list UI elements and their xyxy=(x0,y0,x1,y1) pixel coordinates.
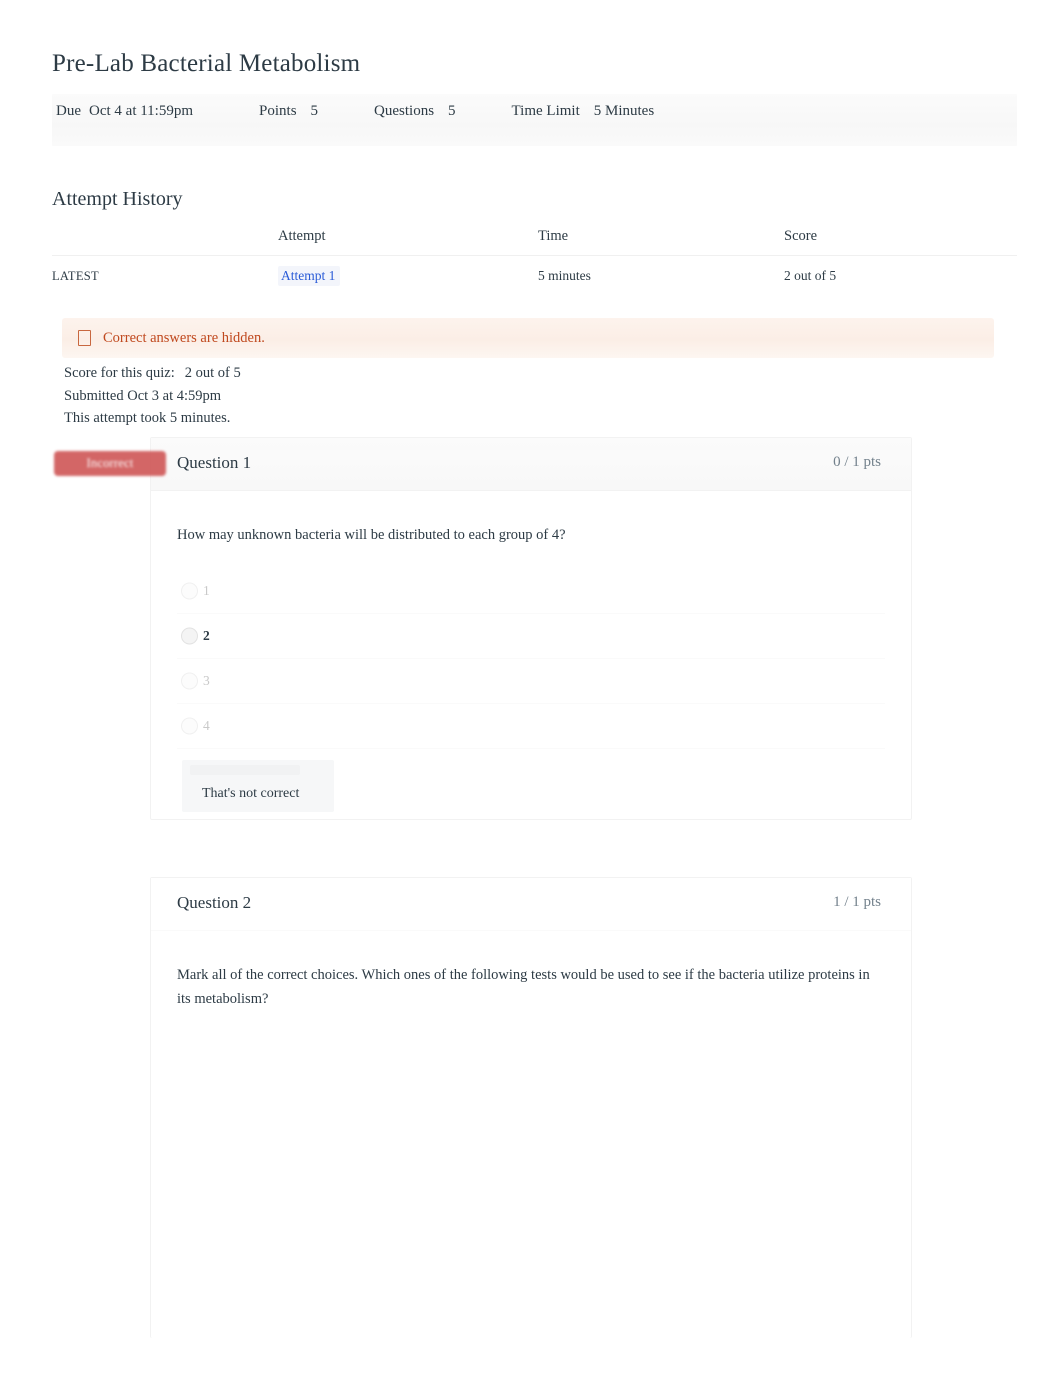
warning-icon xyxy=(78,330,91,346)
answer-option-2-label: 2 xyxy=(203,628,210,643)
question-2-text: Mark all of the correct choices. Which o… xyxy=(177,967,870,1007)
answer-option-3[interactable]: 3 xyxy=(177,659,885,704)
points-value: 5 xyxy=(310,103,319,119)
status-badge: Incorrect xyxy=(54,451,166,476)
question-2-points: 1 / 1 pts xyxy=(833,894,881,910)
answer-option-2[interactable]: 2 xyxy=(177,614,885,659)
feedback-label-placeholder xyxy=(190,765,300,775)
attempt-1-link[interactable]: Attempt 1 xyxy=(278,266,341,286)
due-value: Oct 4 at 11:59pm xyxy=(89,103,194,119)
question-1-header: Incorrect Question 1 0 / 1 pts xyxy=(54,438,911,491)
attempt-kept-cell: LATEST xyxy=(52,256,278,297)
question-2-name: Question 2 xyxy=(177,893,252,912)
question-1-points: 0 / 1 pts xyxy=(833,454,881,470)
question-1-body: How may unknown bacteria will be distrib… xyxy=(151,491,911,749)
question-1-answers: 1 2 3 4 xyxy=(151,569,911,749)
latest-flag: LATEST xyxy=(52,269,99,283)
points-label: Points xyxy=(259,103,297,119)
attempt-cell: Attempt 1 xyxy=(278,256,538,297)
attempt-time-cell: 5 minutes xyxy=(538,268,591,283)
question-block-2: Question 2 1 / 1 pts Mark all of the cor… xyxy=(150,877,912,1338)
question-2-body: Mark all of the correct choices. Which o… xyxy=(151,931,911,1011)
questions-label: Questions xyxy=(374,103,435,119)
table-row: LATEST Attempt 1 5 minutes 2 out of 5 xyxy=(52,256,1017,297)
radio-icon[interactable] xyxy=(181,582,198,600)
question-1-text: How may unknown bacteria will be distrib… xyxy=(177,527,566,543)
answer-option-4-label: 4 xyxy=(203,718,210,733)
due-label: Due xyxy=(56,103,81,119)
answer-option-1-label: 1 xyxy=(203,583,210,598)
page-title: Pre-Lab Bacterial Metabolism xyxy=(52,50,361,77)
column-header-attempt: Attempt xyxy=(278,224,538,256)
radio-icon[interactable] xyxy=(181,717,198,735)
answer-option-4[interactable]: 4 xyxy=(177,704,885,749)
time-limit-value: 5 Minutes xyxy=(593,103,655,119)
score-label: Score for this quiz: xyxy=(64,365,175,381)
question-1-feedback-text: That's not correct xyxy=(202,786,300,801)
score-for-quiz-line: Score for this quiz: 2 out of 5 xyxy=(64,362,241,385)
answer-option-1[interactable]: 1 xyxy=(177,569,885,614)
correct-answers-hidden-banner: Correct answers are hidden. xyxy=(62,318,994,358)
banner-text: Correct answers are hidden. xyxy=(103,329,265,346)
score-value: 2 out of 5 xyxy=(184,365,241,381)
question-1-feedback-box: That's not correct xyxy=(182,760,334,812)
answer-option-3-label: 3 xyxy=(203,673,210,688)
question-2-header: Question 2 1 / 1 pts xyxy=(151,878,911,931)
attempt-history-table: Attempt Time Score LATEST Attempt 1 5 mi… xyxy=(52,224,1017,296)
quiz-results-page: Pre-Lab Bacterial Metabolism Due Oct 4 at… xyxy=(0,0,1062,1377)
attempt-duration-line: This attempt took 5 minutes. xyxy=(64,410,231,426)
column-header-kept xyxy=(52,224,278,256)
attempt-score-cell: 2 out of 5 xyxy=(784,268,837,283)
column-header-score: Score xyxy=(784,224,1017,256)
table-header-row: Attempt Time Score xyxy=(52,224,1017,256)
quiz-info-bar: Due Oct 4 at 11:59pm Points 5 Questions 5 Time… xyxy=(52,94,1017,146)
question-1-name: Question 1 xyxy=(177,453,252,472)
time-limit-label: Time Limit xyxy=(511,103,580,119)
submitted-line: Submitted Oct 3 at 4:59pm xyxy=(64,387,222,404)
attempt-history-heading: Attempt History xyxy=(52,188,183,210)
radio-icon[interactable] xyxy=(181,672,198,690)
column-header-time: Time xyxy=(538,224,784,256)
score-summary: Score for this quiz: 2 out of 5 Submitted… xyxy=(64,362,241,430)
questions-value: 5 xyxy=(448,103,456,119)
radio-icon[interactable] xyxy=(181,627,198,645)
quiz-info-items: Due Oct 4 at 11:59pm Points 5 Questions 5 Time… xyxy=(56,103,654,120)
